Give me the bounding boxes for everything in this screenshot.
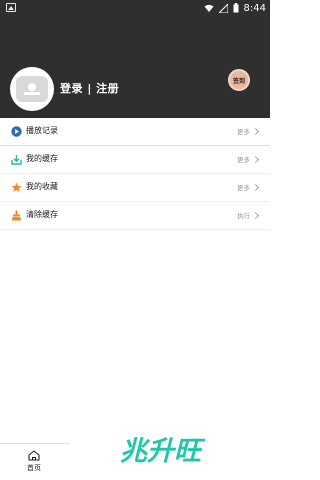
more-label: 更多 <box>237 128 250 136</box>
download-icon <box>11 155 22 165</box>
more-link[interactable]: 更多 <box>237 182 260 192</box>
profile-header: 8:44 登录 | 注册 签到 <box>0 0 270 118</box>
star-icon <box>11 182 22 192</box>
watermark-logo: 兆升旺 <box>120 436 206 467</box>
signal-icon <box>218 3 228 13</box>
more-label: 更多 <box>237 184 250 192</box>
menu-item-label: 播放记录 <box>26 126 58 135</box>
menu-item-clear-cache[interactable]: 清除缓存 执行 <box>0 202 270 230</box>
avatar-placeholder-icon <box>24 83 40 95</box>
clock: 8:44 <box>243 2 266 14</box>
play-icon <box>11 126 22 137</box>
battery-icon <box>233 3 239 13</box>
execute-label: 执行 <box>237 212 250 220</box>
more-label: 更多 <box>237 156 250 164</box>
chevron-right-icon <box>251 211 260 219</box>
status-icons: 8:44 <box>204 1 266 15</box>
tabbar-divider <box>0 443 70 444</box>
avatar[interactable] <box>10 67 54 111</box>
wifi-icon <box>204 4 214 12</box>
chevron-right-icon <box>251 183 260 191</box>
more-link[interactable]: 更多 <box>237 126 260 136</box>
gallery-notification-icon <box>6 3 16 12</box>
menu-item-my-favorites[interactable]: 我的收藏 更多 <box>0 174 270 202</box>
signin-button[interactable]: 签到 <box>228 69 250 91</box>
status-bar: 8:44 <box>0 0 270 16</box>
more-link[interactable]: 更多 <box>237 154 260 164</box>
signin-label: 签到 <box>232 77 245 85</box>
menu-item-label: 我的缓存 <box>26 154 58 163</box>
menu-item-play-history[interactable]: 播放记录 更多 <box>0 118 270 146</box>
default-avatar-logo <box>16 76 48 102</box>
broom-icon <box>12 210 21 221</box>
execute-link[interactable]: 执行 <box>237 210 260 220</box>
menu-item-my-cache[interactable]: 我的缓存 更多 <box>0 146 270 174</box>
menu-item-label: 清除缓存 <box>26 210 58 219</box>
profile-menu: 播放记录 更多 我的缓存 更多 我的收藏 更多 清除缓存 执行 <box>0 118 270 230</box>
chevron-right-icon <box>251 127 260 135</box>
tab-home[interactable]: 首页 <box>0 446 68 480</box>
watermark-text: 兆升旺 <box>120 436 206 467</box>
tab-home-label: 首页 <box>27 464 41 472</box>
home-icon <box>28 450 40 461</box>
menu-item-label: 我的收藏 <box>26 182 58 191</box>
chevron-right-icon <box>251 155 260 163</box>
login-register-link[interactable]: 登录 | 注册 <box>60 80 119 96</box>
